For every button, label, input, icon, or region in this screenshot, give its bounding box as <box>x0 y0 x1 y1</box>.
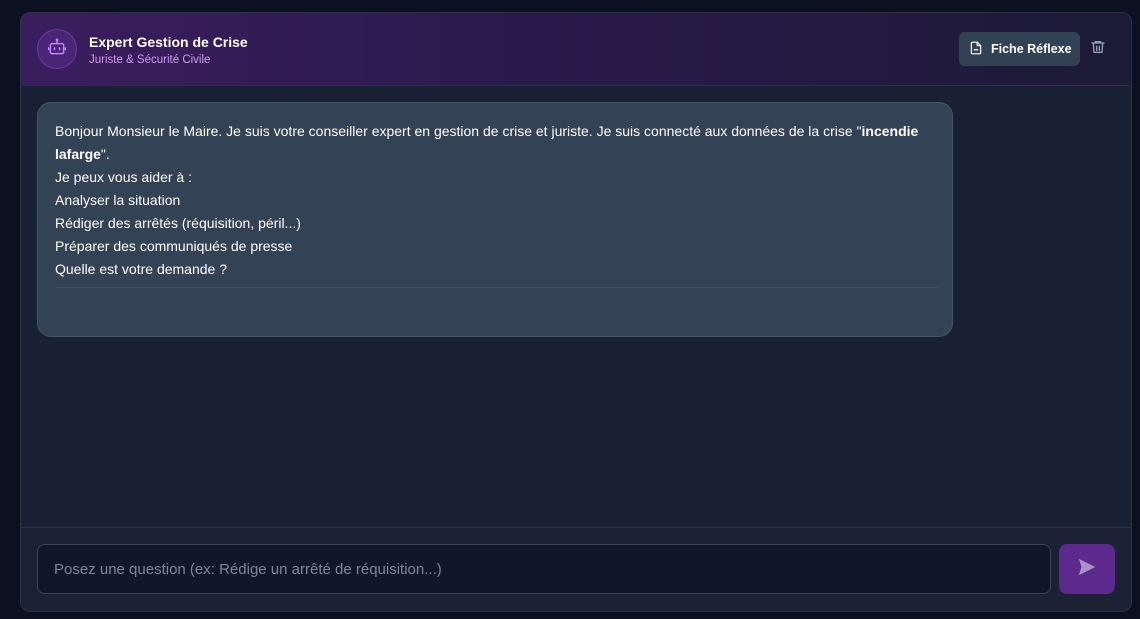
fiche-reflexe-button[interactable]: Fiche Réflexe <box>959 32 1080 66</box>
bot-avatar <box>37 29 77 69</box>
chat-subtitle: Juriste & Sécurité Civile <box>89 54 211 66</box>
document-icon <box>969 41 983 58</box>
message-line: Je peux vous aider à : <box>55 169 192 185</box>
send-icon <box>1076 556 1098 583</box>
trash-icon <box>1090 39 1106 60</box>
question-input[interactable] <box>37 544 1051 594</box>
chat-header: Expert Gestion de Crise Juriste & Sécuri… <box>21 13 1131 86</box>
chat-panel: Expert Gestion de Crise Juriste & Sécuri… <box>20 12 1132 612</box>
message-line: Quelle est votre demande ? <box>55 261 227 277</box>
chat-title: Expert Gestion de Crise <box>89 34 248 50</box>
message-divider <box>55 287 938 288</box>
message-line: Rédiger des arrêtés (réquisition, péril.… <box>55 215 301 231</box>
composer <box>21 527 1131 611</box>
robot-icon <box>47 37 67 62</box>
send-button[interactable] <box>1059 544 1115 594</box>
message-line: Préparer des communiqués de presse <box>55 238 293 254</box>
fiche-reflexe-label: Fiche Réflexe <box>991 42 1072 56</box>
clear-chat-button[interactable] <box>1087 38 1109 60</box>
message-intro: Bonjour Monsieur le Maire. Je suis votre… <box>55 123 919 162</box>
message-line: Analyser la situation <box>55 192 181 208</box>
assistant-message: Bonjour Monsieur le Maire. Je suis votre… <box>37 102 953 337</box>
